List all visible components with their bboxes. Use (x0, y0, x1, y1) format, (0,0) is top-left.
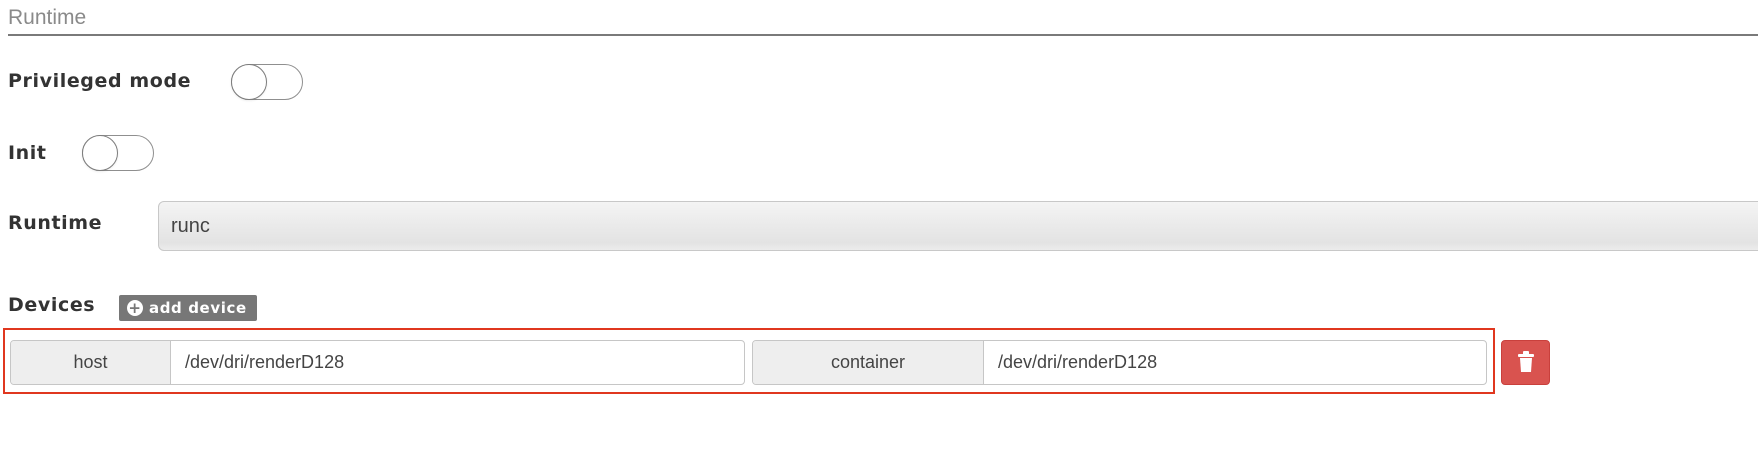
host-path-input[interactable]: /dev/dri/renderD128 (171, 341, 744, 384)
init-label: Init (8, 142, 47, 164)
add-device-button[interactable]: + add device (119, 295, 257, 321)
delete-device-button[interactable] (1501, 340, 1550, 385)
runtime-label: Runtime (8, 212, 103, 234)
runtime-select[interactable]: runc (158, 201, 1758, 251)
add-device-label: add device (149, 299, 247, 317)
container-input-group: container /dev/dri/renderD128 (752, 340, 1487, 385)
devices-label: Devices (8, 294, 96, 316)
init-toggle[interactable] (82, 135, 154, 171)
container-path-input[interactable]: /dev/dri/renderD128 (984, 341, 1486, 384)
plus-circle-icon: + (127, 299, 143, 317)
privileged-mode-label: Privileged mode (8, 70, 192, 92)
section-title: Runtime (8, 6, 87, 29)
privileged-mode-toggle[interactable] (231, 64, 303, 100)
trash-icon (1518, 351, 1534, 372)
toggle-knob (82, 135, 118, 171)
device-row: host /dev/dri/renderD128 container /dev/… (3, 328, 1495, 394)
host-input-group: host /dev/dri/renderD128 (10, 340, 745, 385)
container-addon-label: container (753, 341, 984, 384)
section-divider (8, 34, 1758, 36)
host-addon-label: host (11, 341, 171, 384)
toggle-knob (231, 64, 267, 100)
